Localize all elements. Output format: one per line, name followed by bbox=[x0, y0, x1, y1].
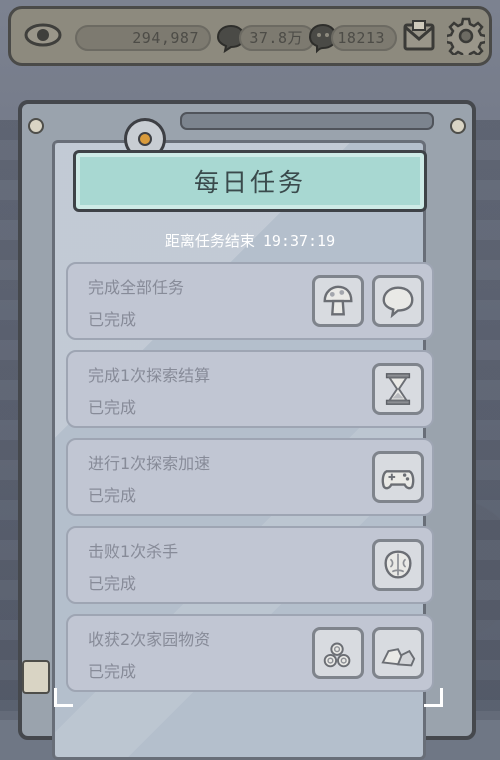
reward-slot[interactable] bbox=[372, 451, 424, 503]
task-status: 已完成 bbox=[88, 574, 137, 593]
reward-slot[interactable] bbox=[372, 627, 424, 679]
reward-slot[interactable] bbox=[372, 363, 424, 415]
task-title: 收获2次家园物资 bbox=[88, 630, 211, 649]
task-status: 已完成 bbox=[88, 398, 137, 417]
resource-bar: 294,987 37.8万 18213 bbox=[8, 6, 492, 66]
eye-icon[interactable] bbox=[23, 21, 63, 49]
panel-top-slot bbox=[180, 112, 434, 130]
reward-slot[interactable] bbox=[372, 539, 424, 591]
task-card[interactable]: 击败1次杀手 已完成 bbox=[66, 526, 434, 604]
timer-value: 19:37:19 bbox=[262, 232, 336, 250]
task-status: 已完成 bbox=[88, 486, 137, 505]
reward-slot[interactable] bbox=[312, 275, 364, 327]
coin-value: 294,987 bbox=[132, 29, 199, 47]
hourglass-icon bbox=[385, 373, 411, 405]
ghost-currency-value: 18213 bbox=[337, 29, 385, 47]
coin-counter: 294,987 bbox=[75, 25, 211, 51]
task-title: 完成1次探索结算 bbox=[88, 366, 211, 385]
mail-icon[interactable] bbox=[401, 19, 437, 53]
title-plate: 每日任务 bbox=[73, 150, 427, 212]
ghost-currency-counter: 18213 bbox=[331, 25, 397, 51]
task-card[interactable]: 进行1次探索加速 已完成 bbox=[66, 438, 434, 516]
corner-mark bbox=[424, 688, 443, 707]
speech-bubble-icon bbox=[382, 286, 414, 319]
corner-mark bbox=[54, 688, 73, 707]
task-status: 已完成 bbox=[88, 662, 137, 681]
rivet bbox=[28, 118, 44, 134]
task-card[interactable]: 完成1次探索结算 已完成 bbox=[66, 350, 434, 428]
timer-label: 距离任务结束 bbox=[164, 232, 255, 250]
page-title: 每日任务 bbox=[193, 168, 306, 197]
speech-currency-counter: 37.8万 bbox=[239, 25, 315, 51]
reward-slot[interactable] bbox=[372, 275, 424, 327]
mushroom-icon bbox=[323, 285, 353, 316]
gamepad-icon bbox=[381, 470, 415, 490]
side-tag bbox=[22, 660, 50, 694]
brain-icon bbox=[384, 550, 412, 579]
task-title: 进行1次探索加速 bbox=[88, 454, 211, 473]
task-timer: 距离任务结束 19:37:19 bbox=[73, 230, 427, 251]
rivet bbox=[450, 118, 466, 134]
speech-currency-value: 37.8万 bbox=[249, 29, 303, 47]
reward-slot[interactable] bbox=[312, 627, 364, 679]
wood-logs-icon bbox=[323, 642, 351, 668]
stones-icon bbox=[381, 648, 416, 667]
task-title: 击败1次杀手 bbox=[88, 542, 179, 561]
task-card[interactable]: 收获2次家园物资 已完成 bbox=[66, 614, 434, 692]
task-title: 完成全部任务 bbox=[88, 278, 185, 297]
task-card[interactable]: 完成全部任务 已完成 bbox=[66, 262, 434, 340]
gear-icon[interactable] bbox=[447, 17, 485, 55]
task-status: 已完成 bbox=[88, 310, 137, 329]
